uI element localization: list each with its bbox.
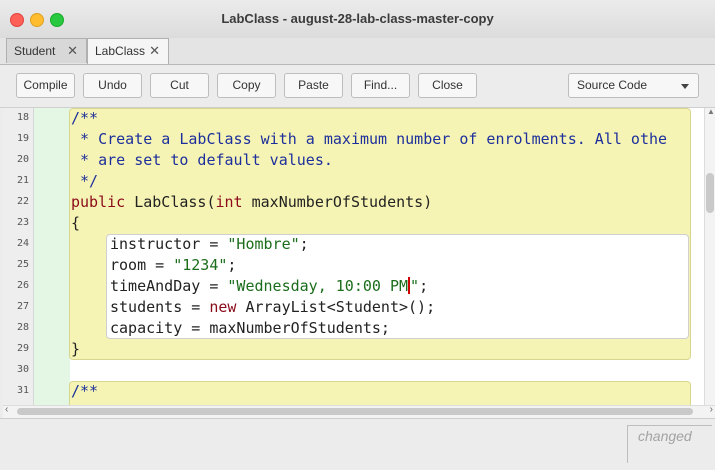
horizontal-scrollbar[interactable]: ‹ › <box>3 404 715 418</box>
tab-label: LabClass <box>95 44 146 58</box>
window-title: LabClass - august-28-lab-class-master-co… <box>221 11 494 26</box>
code-line: capacity = maxNumberOfStudents; <box>110 319 390 337</box>
tab-label: Student <box>14 44 56 58</box>
code-line: instructor = "Hombre"; <box>110 235 309 253</box>
chevron-down-icon <box>681 84 689 89</box>
editor-toolbar: Compile Undo Cut Copy Paste Find... Clos… <box>0 65 715 108</box>
code-string: " <box>410 277 420 295</box>
code-text: ; <box>299 235 309 253</box>
line-number: 26 <box>16 280 29 291</box>
scroll-up-icon[interactable]: ▲ <box>707 107 715 116</box>
line-number-gutter: 18 19 20 21 22 23 24 25 26 27 28 29 30 3… <box>3 108 34 405</box>
code-keyword: public <box>71 193 126 211</box>
code-string: "Wednesday, 10:00 PM <box>227 277 409 295</box>
code-line: public LabClass(int maxNumberOfStudents) <box>71 193 432 211</box>
line-number: 20 <box>16 154 29 165</box>
code-text: instructor = <box>110 235 228 253</box>
close-button[interactable]: Close <box>418 73 477 98</box>
scroll-left-icon[interactable]: ‹ <box>5 404 8 415</box>
code-text: students = <box>110 298 210 316</box>
line-number: 23 <box>16 217 29 228</box>
find-button[interactable]: Find... <box>351 73 410 98</box>
code-keyword: int <box>215 193 243 211</box>
code-text: LabClass( <box>125 193 216 211</box>
changed-status: changed <box>627 425 712 463</box>
line-number: 21 <box>16 175 29 186</box>
line-number: 19 <box>16 133 29 144</box>
tab-bar: Student ✕ LabClass ✕ <box>0 38 715 65</box>
code-editor[interactable]: 18 19 20 21 22 23 24 25 26 27 28 29 30 3… <box>3 108 704 405</box>
undo-button[interactable]: Undo <box>83 73 142 98</box>
close-tab-icon[interactable]: ✕ <box>67 39 78 63</box>
cut-button[interactable]: Cut <box>150 73 209 98</box>
code-line: */ <box>71 172 99 190</box>
code-line: { <box>71 214 81 232</box>
horizontal-scroll-thumb[interactable] <box>17 408 693 415</box>
close-tab-icon[interactable]: ✕ <box>149 39 160 63</box>
compile-button[interactable]: Compile <box>16 73 75 98</box>
code-text: ArrayList<Student>(); <box>236 298 436 316</box>
code-line: * Create a LabClass with a maximum numbe… <box>71 130 668 148</box>
code-text: ; <box>227 256 237 274</box>
line-number: 29 <box>16 343 29 354</box>
code-text: ; <box>419 277 429 295</box>
code-line: timeAndDay = "Wednesday, 10:00 PM "; <box>110 277 428 295</box>
code-line: students = new ArrayList<Student>(); <box>110 298 435 316</box>
code-line: /** <box>71 109 99 127</box>
code-line: } <box>71 340 81 358</box>
vertical-scrollbar[interactable]: ▲ <box>704 107 715 405</box>
status-bar: changed <box>0 418 715 470</box>
tab-labclass[interactable]: LabClass ✕ <box>87 38 169 64</box>
scroll-right-icon[interactable]: › <box>710 404 713 415</box>
line-number: 28 <box>16 322 29 333</box>
vertical-scroll-thumb[interactable] <box>706 173 714 213</box>
code-text: maxNumberOfStudents) <box>242 193 433 211</box>
line-number: 24 <box>16 238 29 249</box>
class-scope-stripe <box>34 108 70 405</box>
code-keyword: new <box>209 298 237 316</box>
tab-student[interactable]: Student ✕ <box>6 38 87 63</box>
paste-button[interactable]: Paste <box>284 73 343 98</box>
code-text: room = <box>110 256 174 274</box>
code-text: timeAndDay = <box>110 277 228 295</box>
code-line: /** <box>71 382 99 400</box>
view-select-value: Source Code <box>577 78 648 92</box>
line-number: 18 <box>16 112 29 123</box>
title-bar: LabClass - august-28-lab-class-master-co… <box>0 0 715 39</box>
line-number: 27 <box>16 301 29 312</box>
line-number: 22 <box>16 196 29 207</box>
code-string: "1234" <box>173 256 228 274</box>
view-select[interactable]: Source Code <box>568 73 699 98</box>
line-number: 31 <box>16 385 29 396</box>
copy-button[interactable]: Copy <box>217 73 276 98</box>
code-string: "Hombre" <box>227 235 300 253</box>
comment-scope-block <box>69 381 691 405</box>
code-line: * are set to default values. <box>71 151 333 169</box>
line-number: 25 <box>16 259 29 270</box>
code-line: room = "1234"; <box>110 256 236 274</box>
line-number: 30 <box>16 364 29 375</box>
